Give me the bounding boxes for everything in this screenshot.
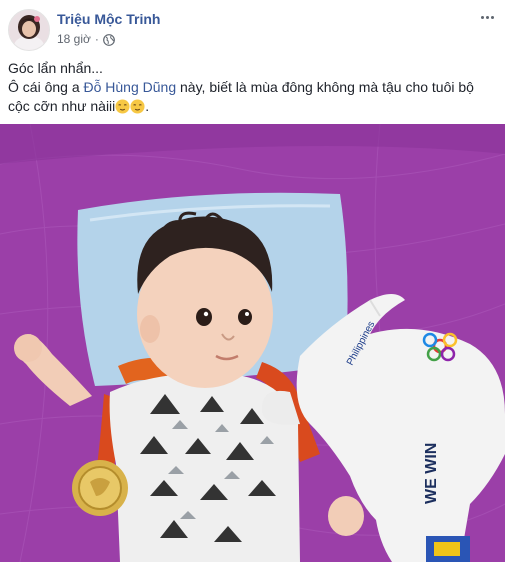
globe-icon[interactable] [102,33,115,46]
post-header: Triệu Mộc Trinh 18 giờ · [0,0,505,56]
post-text-fragment: . [145,98,150,114]
relieved-face-icon [115,99,130,114]
post-meta: 18 giờ · [57,31,115,47]
avatar[interactable] [8,9,50,51]
meta-separator: · [94,32,99,46]
post-text-line: Ô cái ông a Đỗ Hùng Dũng này, biết là mù… [8,78,488,116]
post-timestamp[interactable]: 18 giờ [57,32,91,46]
post-text: Góc lẩn nhẩn... Ô cái ông a Đỗ Hùng Dũng… [8,59,488,116]
author-name[interactable]: Triệu Mộc Trinh [57,11,160,27]
plush-text: WE WIN [423,443,440,504]
mention-link[interactable]: Đỗ Hùng Dũng [84,79,177,95]
post-text-fragment: Ô cái ông a [8,79,84,95]
more-options-icon[interactable] [477,9,497,25]
relieved-face-icon [130,99,145,114]
post-text-line: Góc lẩn nhẩn... [8,60,103,76]
post-photo[interactable]: Philippines WE WIN [0,124,505,562]
facebook-post: Triệu Mộc Trinh 18 giờ · Góc lẩn nhẩn...… [0,0,505,562]
